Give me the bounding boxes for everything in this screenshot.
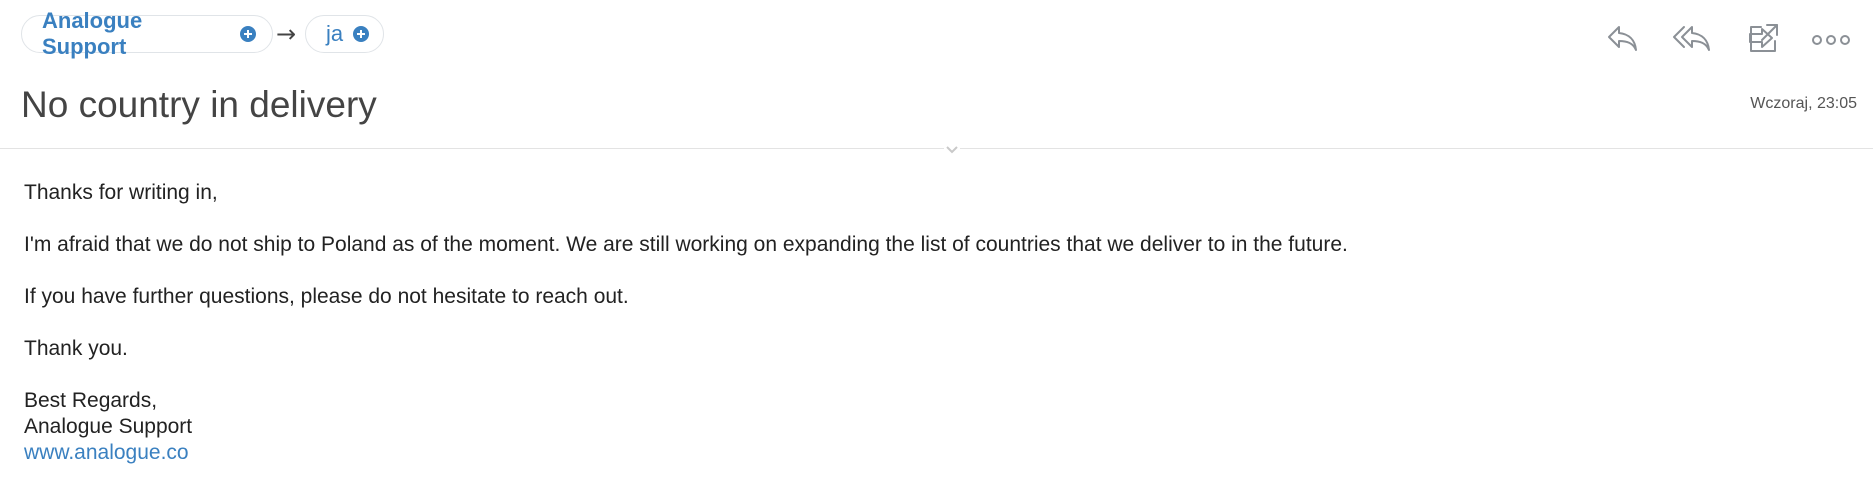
recipient-chip[interactable]: ja (305, 15, 384, 53)
recipient-name[interactable]: ja (326, 21, 343, 47)
arrow-icon: → (276, 20, 297, 48)
more-icon (1812, 35, 1850, 45)
sender-name[interactable]: Analogue Support (42, 8, 230, 60)
signature-link[interactable]: www.analogue.co (24, 441, 189, 464)
add-contact-icon[interactable] (240, 26, 256, 42)
open-external-button[interactable] (1740, 14, 1788, 62)
open-external-icon (1750, 24, 1778, 52)
message-subject: No country in delivery (21, 84, 377, 125)
body-paragraph: I'm afraid that we do not ship to Poland… (24, 233, 1348, 256)
greeting-text: Thanks for writing in, (24, 181, 218, 204)
body-paragraph: If you have further questions, please do… (24, 285, 629, 308)
chevron-down-icon (946, 146, 958, 154)
more-options-button[interactable] (1807, 14, 1855, 62)
sender-chip[interactable]: Analogue Support (21, 8, 273, 59)
signature-name: Analogue Support (24, 415, 193, 438)
reply-icon (1608, 26, 1637, 51)
message-date: Wczoraj, 23:05 (1750, 95, 1857, 112)
add-contact-icon[interactable] (353, 26, 370, 42)
signature: Best Regards, Analogue Support www.analo… (24, 388, 192, 466)
message-header: Analogue Support → ja (0, 0, 1873, 76)
reply-all-icon (1673, 26, 1710, 51)
collapse-toggle[interactable] (944, 143, 960, 157)
body-paragraph: Thank you. (24, 337, 128, 360)
signature-closing: Best Regards, (24, 389, 158, 412)
reply-all-button[interactable] (1668, 14, 1716, 62)
reply-button[interactable] (1598, 14, 1646, 62)
header-divider (0, 148, 1873, 149)
